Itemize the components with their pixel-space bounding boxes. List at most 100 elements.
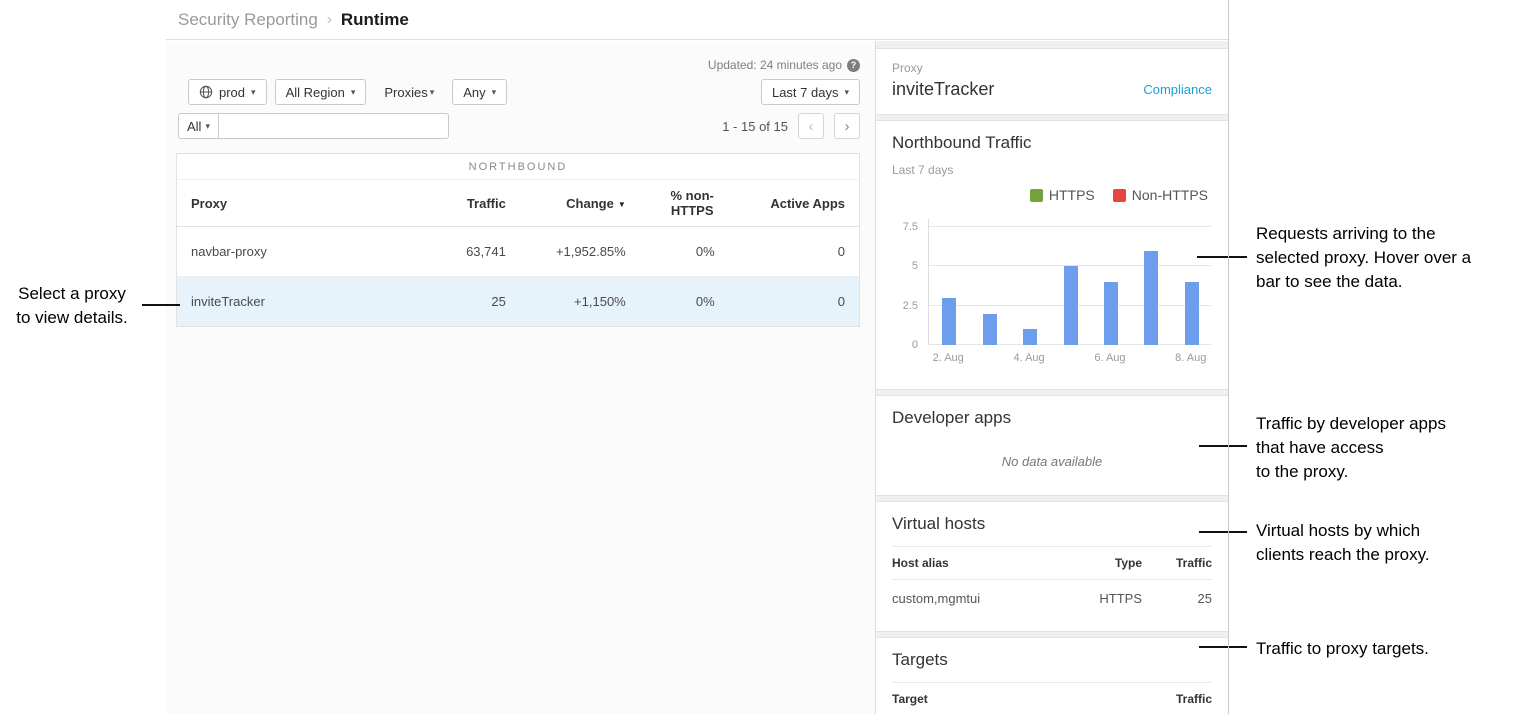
callout-line-developer-apps	[1199, 445, 1247, 447]
chart-bar-7Aug[interactable]	[1144, 251, 1158, 346]
cell-proxy-name: inviteTracker	[177, 277, 420, 327]
page-right-divider	[1228, 0, 1229, 714]
annotation-developer-apps: Traffic by developer apps that have acce…	[1256, 412, 1496, 484]
column-header-non-https[interactable]: % non-HTTPS	[640, 180, 745, 227]
cell-traffic: 63,741	[420, 227, 520, 277]
chart-y-tick-label: 0	[912, 339, 918, 351]
page-title: Runtime	[341, 10, 409, 30]
virtual-host-row[interactable]: custom,mgmtui HTTPS 25	[892, 580, 1212, 618]
chart-bar-6Aug[interactable]	[1104, 282, 1118, 345]
caret-down-icon: ▾	[844, 87, 849, 98]
cell-active-apps: 0	[745, 227, 860, 277]
virtual-hosts-table: Host alias Type Traffic custom,mgmtui HT…	[892, 546, 1212, 617]
date-range-label: Last 7 days	[772, 85, 839, 100]
table-group-header-northbound: NORTHBOUND	[177, 154, 860, 180]
chart-x-tick-label: 4. Aug	[1013, 352, 1044, 364]
column-header-traffic[interactable]: Traffic	[420, 180, 520, 227]
column-header-traffic: Traffic	[1142, 547, 1212, 580]
annotation-targets: Traffic to proxy targets.	[1256, 637, 1516, 661]
column-header-change-label: Change	[566, 196, 614, 211]
virtual-hosts-card: Virtual hosts Host alias Type Traffic cu…	[876, 501, 1228, 632]
chart-x-tick-label: 6. Aug	[1094, 352, 1125, 364]
northbound-traffic-title: Northbound Traffic	[892, 133, 1212, 153]
search-scope-dropdown[interactable]: All ▾	[178, 113, 219, 139]
environment-dropdown[interactable]: prod ▾	[188, 79, 267, 105]
caret-down-icon: ▾	[205, 121, 210, 132]
compliance-link[interactable]: Compliance	[1143, 82, 1212, 97]
callout-line-select-proxy	[142, 304, 180, 306]
column-header-target: Target	[892, 683, 1142, 714]
cell-host-alias: custom,mgmtui	[892, 580, 1052, 618]
sort-desc-icon: ▼	[618, 200, 626, 209]
caret-down-icon: ▾	[492, 87, 497, 98]
proxies-dropdown[interactable]: Proxies ▾	[374, 79, 444, 105]
search-input[interactable]	[219, 113, 449, 139]
chart-plot-area	[928, 219, 1211, 345]
chart-legend: HTTPS Non-HTTPS	[892, 187, 1212, 203]
chart-bar-4Aug[interactable]	[1023, 329, 1037, 345]
annotation-select-proxy: Select a proxy to view details.	[0, 282, 144, 330]
cell-change: +1,150%	[520, 277, 640, 327]
targets-title: Targets	[892, 650, 1212, 670]
callout-line-requests	[1197, 256, 1247, 258]
column-header-proxy[interactable]: Proxy	[177, 180, 420, 227]
search-scope-label: All	[187, 119, 201, 134]
any-filter-dropdown[interactable]: Any ▾	[452, 79, 507, 105]
any-filter-label: Any	[463, 85, 485, 100]
caret-down-icon: ▾	[351, 87, 356, 98]
virtual-hosts-title: Virtual hosts	[892, 514, 1212, 534]
chart-bar-8Aug[interactable]	[1185, 282, 1199, 345]
cell-change: +1,952.85%	[520, 227, 640, 277]
northbound-traffic-subtitle: Last 7 days	[892, 163, 1212, 177]
cell-traffic: 25	[1142, 580, 1212, 618]
region-dropdown[interactable]: All Region ▾	[275, 79, 367, 105]
next-page-button[interactable]: ›	[834, 113, 860, 139]
prev-page-button[interactable]: ‹	[798, 113, 824, 139]
help-icon[interactable]: ?	[847, 59, 860, 72]
cell-type: HTTPS	[1052, 580, 1142, 618]
pagination-info: 1 - 15 of 15	[722, 119, 788, 134]
cell-non-https: 0%	[640, 227, 745, 277]
date-range-dropdown[interactable]: Last 7 days ▾	[761, 79, 860, 105]
search-toolbar: All ▾ 1 - 15 of 15 ‹ ›	[166, 113, 875, 139]
breadcrumb: Security Reporting › Runtime	[166, 0, 1228, 40]
proxy-list-panel: Updated: 24 minutes ago ? prod ▾ All Reg…	[166, 41, 875, 714]
column-header-change[interactable]: Change ▼	[520, 180, 640, 227]
callout-line-targets	[1199, 646, 1247, 648]
updated-timestamp: Updated: 24 minutes ago	[708, 58, 842, 72]
breadcrumb-security-reporting[interactable]: Security Reporting	[178, 10, 318, 30]
region-dropdown-label: All Region	[286, 85, 345, 100]
caret-down-icon: ▾	[430, 87, 435, 98]
northbound-traffic-chart: 02.557.5 2. Aug4. Aug6. Aug8. Aug	[892, 219, 1212, 375]
proxy-name: inviteTracker	[892, 79, 994, 100]
chart-bar-3Aug[interactable]	[983, 314, 997, 346]
chart-bar-5Aug[interactable]	[1064, 266, 1078, 345]
table-row-navbar-proxy[interactable]: navbar-proxy 63,741 +1,952.85% 0% 0	[177, 227, 860, 277]
chevron-right-icon: ›	[327, 11, 332, 28]
developer-apps-title: Developer apps	[892, 408, 1212, 428]
chart-bar-2Aug[interactable]	[942, 298, 956, 345]
table-row-invitetracker-selected[interactable]: inviteTracker 25 +1,150% 0% 0	[177, 277, 860, 327]
cell-non-https: 0%	[640, 277, 745, 327]
chart-gridline	[929, 226, 1211, 227]
column-header-host-alias: Host alias	[892, 547, 1052, 580]
security-reporting-runtime-page: Security Reporting › Runtime Updated: 24…	[0, 0, 1516, 714]
caret-down-icon: ▾	[251, 87, 256, 98]
cell-traffic: 25	[420, 277, 520, 327]
targets-card: Targets Target Traffic management 17	[876, 637, 1228, 714]
developer-apps-card: Developer apps No data available	[876, 395, 1228, 496]
proxies-dropdown-label: Proxies	[384, 85, 427, 100]
proxy-table: NORTHBOUND Proxy Traffic Change ▼ % non-H…	[176, 153, 860, 327]
legend-label-non-https[interactable]: Non-HTTPS	[1132, 187, 1208, 203]
chart-x-axis: 2. Aug4. Aug6. Aug8. Aug	[928, 352, 1211, 368]
filters-toolbar: prod ▾ All Region ▾ Proxies ▾ Any ▾ Last…	[166, 79, 875, 105]
column-header-active-apps[interactable]: Active Apps	[745, 180, 860, 227]
annotation-requests: Requests arriving to the selected proxy.…	[1256, 222, 1516, 294]
chart-y-axis: 02.557.5	[892, 219, 922, 345]
chart-y-tick-label: 5	[912, 260, 918, 272]
cell-active-apps: 0	[745, 277, 860, 327]
legend-label-https[interactable]: HTTPS	[1049, 187, 1095, 203]
targets-table: Target Traffic management 17	[892, 682, 1212, 714]
annotation-virtual-hosts: Virtual hosts by which clients reach the…	[1256, 519, 1496, 567]
cell-proxy-name: navbar-proxy	[177, 227, 420, 277]
